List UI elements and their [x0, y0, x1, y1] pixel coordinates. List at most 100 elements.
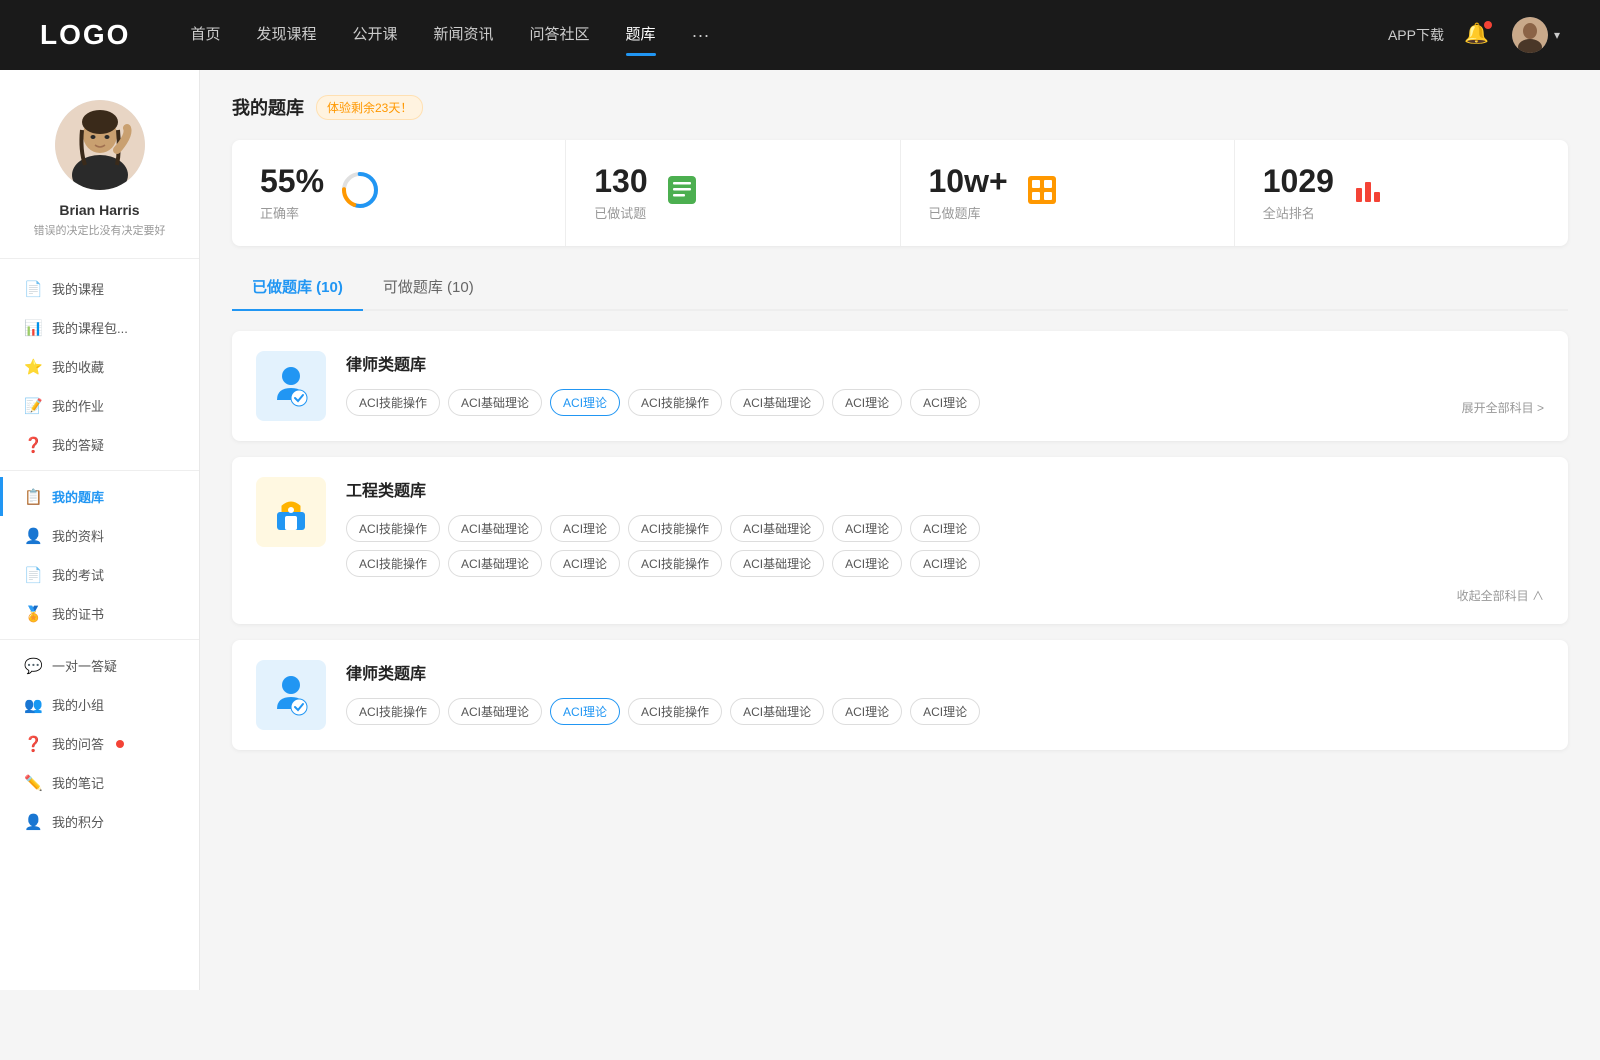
law2-tag-5[interactable]: ACI基础理论 — [730, 698, 824, 725]
tag-1-7[interactable]: ACI理论 — [910, 389, 980, 416]
nav-open-course[interactable]: 公开课 — [352, 23, 397, 48]
question-bank-icon: 📋 — [24, 488, 42, 506]
tag-1-2[interactable]: ACI基础理论 — [448, 389, 542, 416]
bank-card-lawyer-1: 律师类题库 ACI技能操作 ACI基础理论 ACI理论 ACI技能操作 ACI基… — [232, 331, 1568, 441]
eng-tag-1-4[interactable]: ACI技能操作 — [628, 515, 722, 542]
law2-tag-1[interactable]: ACI技能操作 — [346, 698, 440, 725]
profile-icon: 👤 — [24, 527, 42, 545]
nav-news[interactable]: 新闻资讯 — [434, 23, 494, 48]
eng-tag-1-1[interactable]: ACI技能操作 — [346, 515, 440, 542]
sidebar-item-one-on-one[interactable]: 💬 一对一答疑 — [0, 646, 199, 685]
sidebar-item-exam[interactable]: 📄 我的考试 — [0, 555, 199, 594]
stat-done-banks-value: 10w+ — [929, 164, 1008, 199]
notification-bell[interactable]: 🔔 — [1464, 21, 1492, 49]
sidebar-divider-1 — [0, 470, 199, 471]
stat-done-banks-label: 已做题库 — [929, 203, 1008, 222]
eng-tag-2-6[interactable]: ACI理论 — [832, 550, 902, 577]
eng-tag-2-4[interactable]: ACI技能操作 — [628, 550, 722, 577]
main-wrapper: Brian Harris 错误的决定比没有决定要好 📄 我的课程 📊 我的课程包… — [0, 70, 1600, 990]
tag-1-4[interactable]: ACI技能操作 — [628, 389, 722, 416]
homework-icon: 📝 — [24, 397, 42, 415]
stat-done-questions-value: 130 — [594, 164, 647, 199]
list-icon — [664, 172, 700, 215]
stat-ranking: 1029 全站排名 — [1235, 140, 1568, 246]
sidebar-divider-2 — [0, 639, 199, 640]
eng-tag-1-6[interactable]: ACI理论 — [832, 515, 902, 542]
lawyer-bank-name-1: 律师类题库 — [346, 351, 1544, 375]
bank-card-lawyer-2: 律师类题库 ACI技能操作 ACI基础理论 ACI理论 ACI技能操作 ACI基… — [232, 640, 1568, 750]
eng-tag-1-3[interactable]: ACI理论 — [550, 515, 620, 542]
favorites-icon: ⭐ — [24, 358, 42, 376]
eng-tag-2-1[interactable]: ACI技能操作 — [346, 550, 440, 577]
stat-done-banks: 10w+ 已做题库 — [901, 140, 1235, 246]
one-on-one-icon: 💬 — [24, 657, 42, 675]
navbar: LOGO 首页 发现课程 公开课 新闻资讯 问答社区 题库 ··· APP下载 … — [0, 0, 1600, 70]
tag-1-3[interactable]: ACI理论 — [550, 389, 620, 416]
lawyer-bank-name-2: 律师类题库 — [346, 660, 1544, 684]
law2-tag-7[interactable]: ACI理论 — [910, 698, 980, 725]
sidebar-item-course-package[interactable]: 📊 我的课程包... — [0, 308, 199, 347]
eng-tag-2-2[interactable]: ACI基础理论 — [448, 550, 542, 577]
collapse-link-engineer[interactable]: 收起全部科目 ∧ — [1457, 587, 1544, 604]
eng-tag-2-3[interactable]: ACI理论 — [550, 550, 620, 577]
tag-1-5[interactable]: ACI基础理论 — [730, 389, 824, 416]
sidebar-item-question-bank[interactable]: 📋 我的题库 — [0, 477, 199, 516]
law2-tag-3[interactable]: ACI理论 — [550, 698, 620, 725]
eng-tag-1-5[interactable]: ACI基础理论 — [730, 515, 824, 542]
engineer-bank-tags-row1: ACI技能操作 ACI基础理论 ACI理论 ACI技能操作 ACI基础理论 AC… — [346, 515, 1544, 542]
tag-1-1[interactable]: ACI技能操作 — [346, 389, 440, 416]
eng-tag-1-2[interactable]: ACI基础理论 — [448, 515, 542, 542]
tab-available-banks[interactable]: 可做题库 (10) — [363, 266, 494, 309]
stat-done-questions: 130 已做试题 — [566, 140, 900, 246]
eng-tag-1-7[interactable]: ACI理论 — [910, 515, 980, 542]
sidebar-item-qa[interactable]: ❓ 我的答疑 — [0, 425, 199, 464]
sidebar-menu: 📄 我的课程 📊 我的课程包... ⭐ 我的收藏 📝 我的作业 ❓ 我的答疑 � — [0, 269, 199, 841]
app-download-link[interactable]: APP下载 — [1388, 25, 1444, 45]
logo[interactable]: LOGO — [40, 19, 130, 51]
lawyer-bank-icon-2 — [256, 660, 326, 730]
sidebar-item-points[interactable]: 👤 我的积分 — [0, 802, 199, 841]
eng-tag-2-5[interactable]: ACI基础理论 — [730, 550, 824, 577]
course-package-icon: 📊 — [24, 319, 42, 337]
expand-link-1[interactable]: 展开全部科目 > — [1462, 395, 1544, 416]
nav-question-bank[interactable]: 题库 — [626, 23, 656, 48]
sidebar-item-my-qa[interactable]: ❓ 我的问答 — [0, 724, 199, 763]
sidebar: Brian Harris 错误的决定比没有决定要好 📄 我的课程 📊 我的课程包… — [0, 70, 200, 990]
sidebar-item-certificate[interactable]: 🏅 我的证书 — [0, 594, 199, 633]
tabs-row: 已做题库 (10) 可做题库 (10) — [232, 266, 1568, 311]
nav-qa[interactable]: 问答社区 — [530, 23, 590, 48]
nav-home[interactable]: 首页 — [190, 23, 220, 48]
user-avatar-menu[interactable]: ▾ — [1512, 17, 1560, 53]
stat-done-questions-label: 已做试题 — [594, 203, 647, 222]
stat-accuracy-label: 正确率 — [260, 203, 324, 222]
sidebar-item-group[interactable]: 👥 我的小组 — [0, 685, 199, 724]
nav-more[interactable]: ··· — [692, 25, 710, 46]
certificate-icon: 🏅 — [24, 605, 42, 623]
sidebar-item-notes[interactable]: ✏️ 我的笔记 — [0, 763, 199, 802]
accuracy-chart-icon — [340, 170, 380, 217]
sidebar-item-favorites[interactable]: ⭐ 我的收藏 — [0, 347, 199, 386]
bank-footer-engineer: 收起全部科目 ∧ — [256, 587, 1544, 604]
stat-accuracy-value: 55% — [260, 164, 324, 199]
sidebar-item-course[interactable]: 📄 我的课程 — [0, 269, 199, 308]
main-content: 我的题库 体验剩余23天！ 55% 正确率 — [200, 70, 1600, 990]
sidebar-item-homework[interactable]: 📝 我的作业 — [0, 386, 199, 425]
qa-dot-badge — [116, 740, 124, 748]
eng-tag-2-7[interactable]: ACI理论 — [910, 550, 980, 577]
tab-done-banks[interactable]: 已做题库 (10) — [232, 266, 363, 309]
law2-tag-4[interactable]: ACI技能操作 — [628, 698, 722, 725]
law2-tag-6[interactable]: ACI理论 — [832, 698, 902, 725]
engineer-bank-tags-row2: ACI技能操作 ACI基础理论 ACI理论 ACI技能操作 ACI基础理论 AC… — [346, 550, 1544, 577]
group-icon: 👥 — [24, 696, 42, 714]
notes-icon: ✏️ — [24, 774, 42, 792]
course-icon: 📄 — [24, 280, 42, 298]
engineer-bank-name: 工程类题库 — [346, 477, 1544, 501]
navbar-right: APP下载 🔔 ▾ — [1388, 17, 1560, 53]
profile-motto: 错误的决定比没有决定要好 — [24, 222, 176, 238]
lawyer-bank-icon-1 — [256, 351, 326, 421]
nav-discover[interactable]: 发现课程 — [256, 23, 316, 48]
law2-tag-2[interactable]: ACI基础理论 — [448, 698, 542, 725]
engineer-bank-icon — [256, 477, 326, 547]
tag-1-6[interactable]: ACI理论 — [832, 389, 902, 416]
sidebar-item-profile[interactable]: 👤 我的资料 — [0, 516, 199, 555]
